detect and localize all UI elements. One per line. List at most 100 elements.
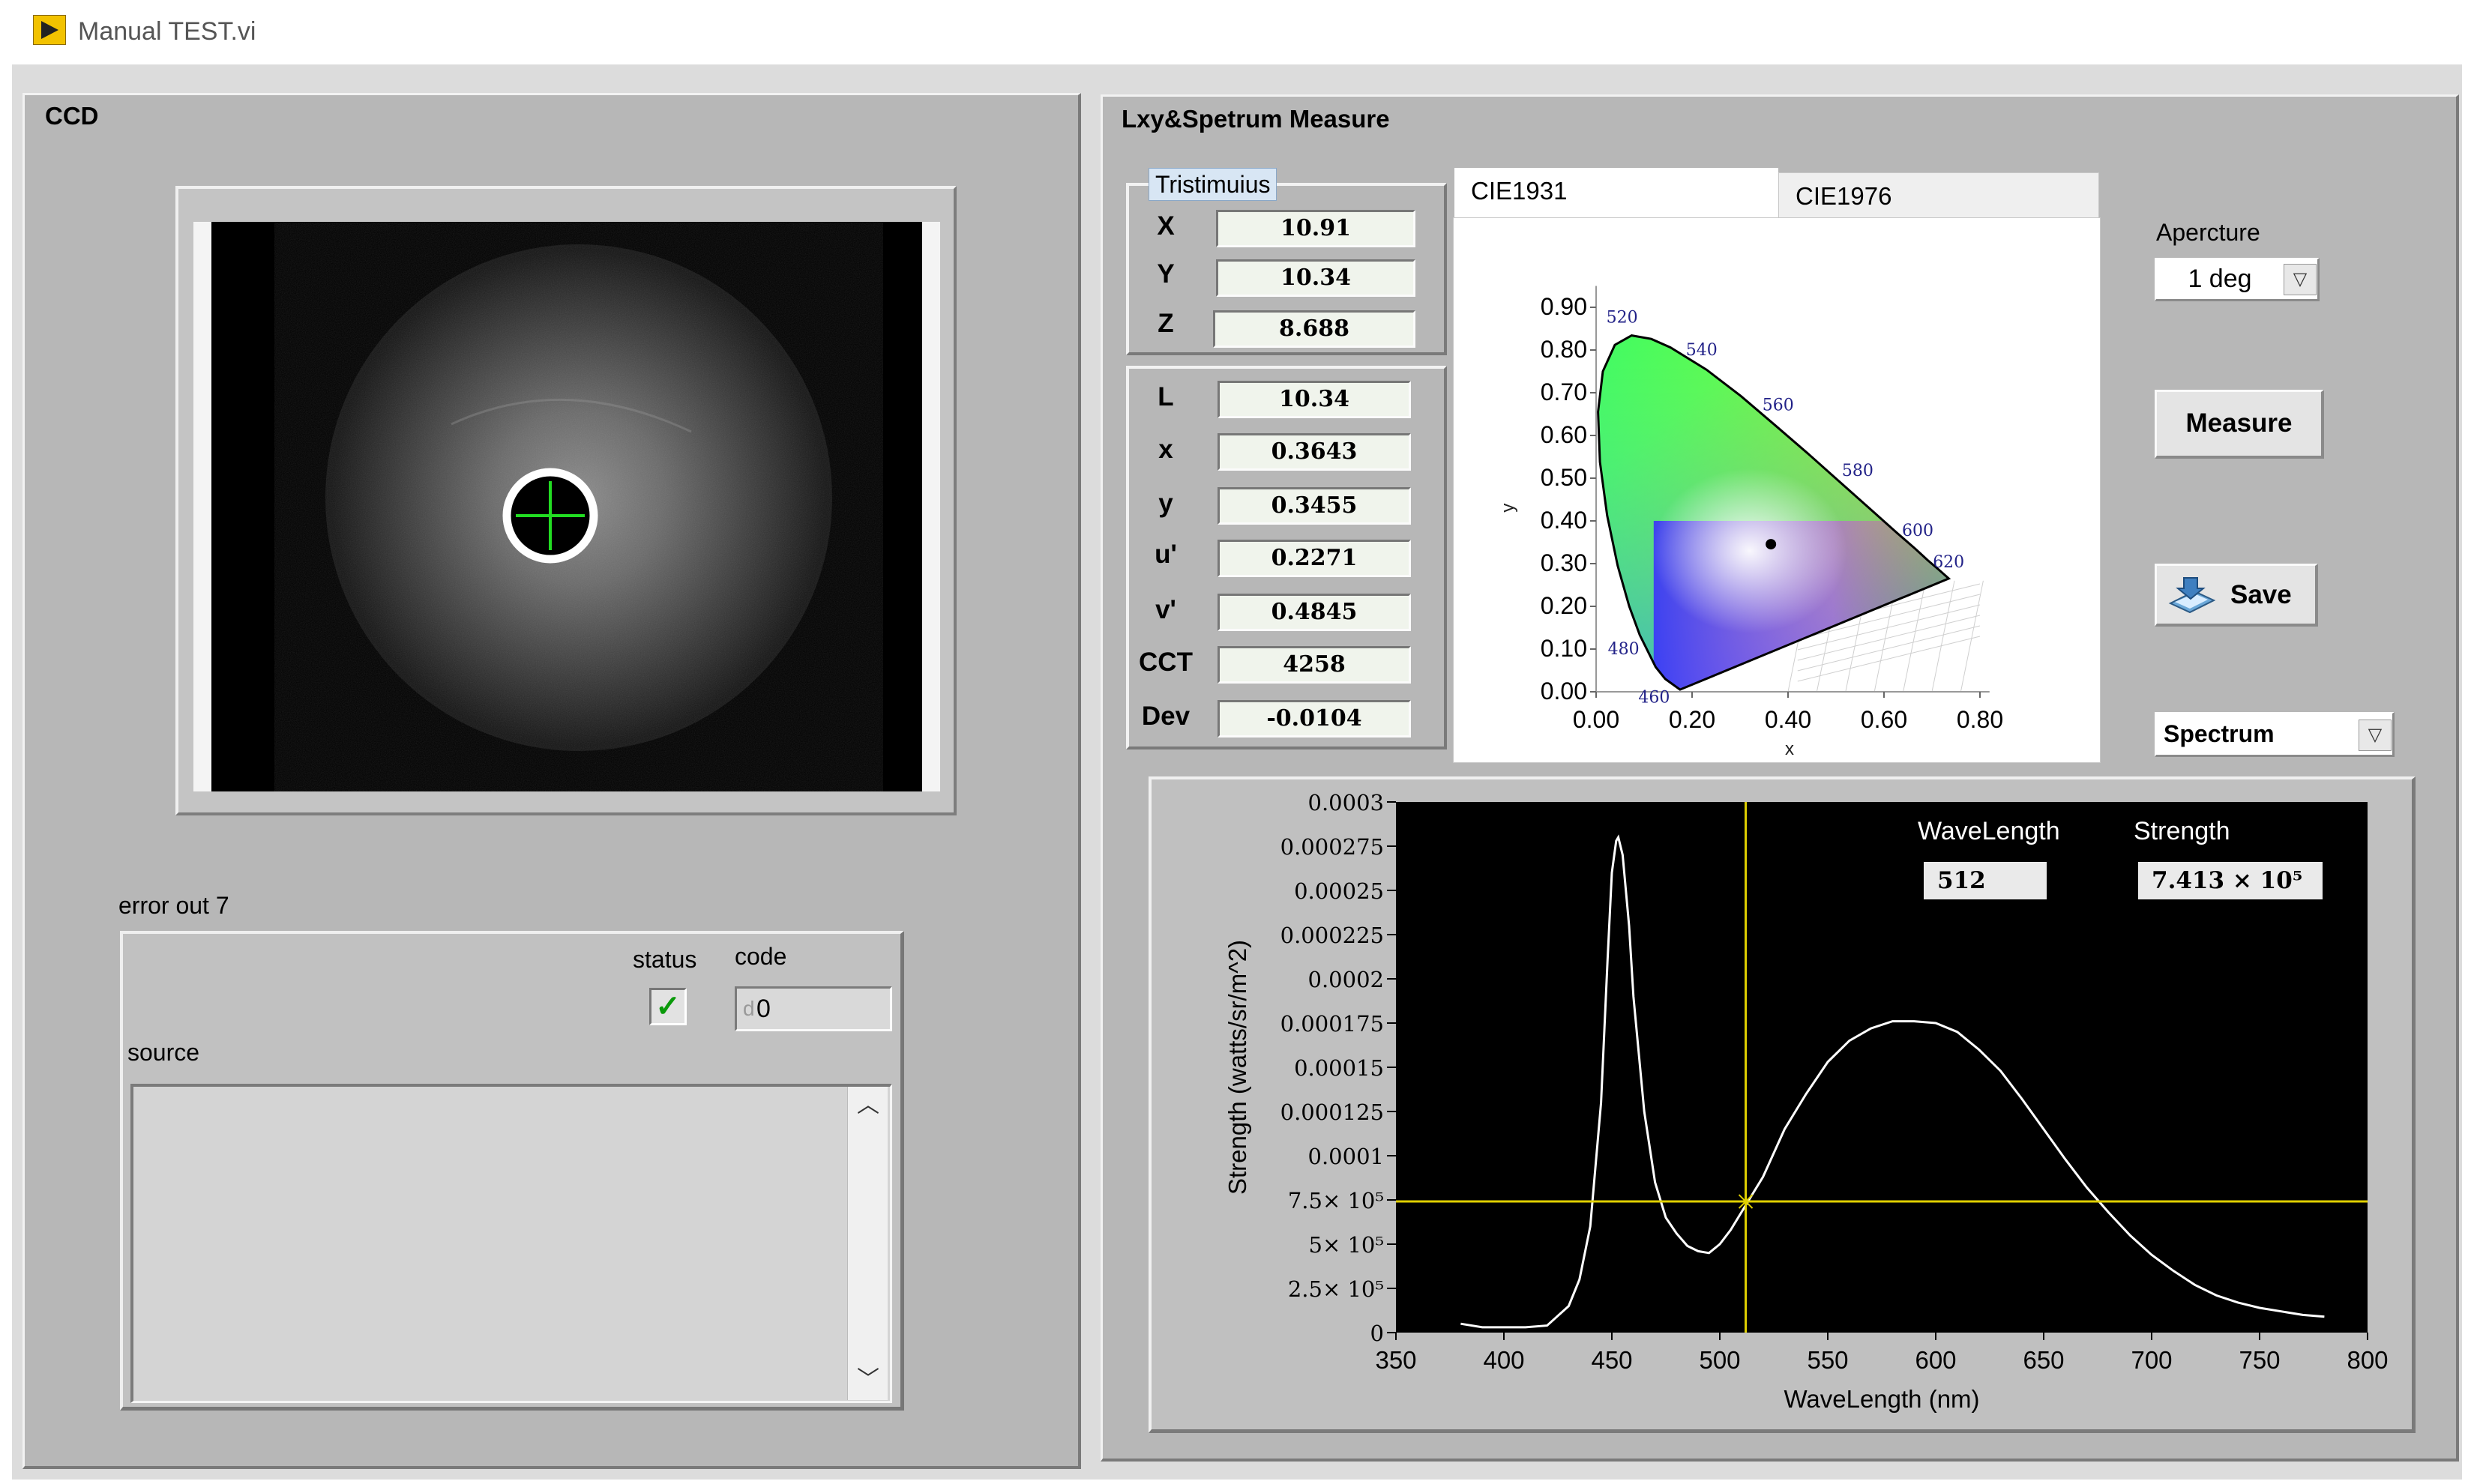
tristimulus-title: Tristimuius	[1149, 168, 1277, 201]
row-label-l: L	[1158, 382, 1174, 411]
cie-x-tick-label: 0.00	[1573, 706, 1619, 733]
y-tick-label: 0.0001	[1308, 1144, 1384, 1169]
status-label: status	[633, 946, 697, 973]
cie-x-tick-label: 0.80	[1957, 706, 2003, 733]
cie-y-axis-label: y	[1498, 504, 1518, 513]
x-axis-ticks: 350 400 450 500 550 600 650 700 750 800	[1375, 1333, 2389, 1374]
source-textbox[interactable]	[130, 1084, 892, 1403]
tristimulus-z-value: 8.688	[1213, 310, 1415, 348]
y-tick-label: 7.5× 10⁵	[1288, 1188, 1384, 1213]
cursor-strength-label: Strength	[2134, 817, 2230, 845]
ccd-panel-title: CCD	[45, 102, 99, 130]
cie-wavelength-label: 540	[1686, 341, 1718, 360]
source-label: source	[127, 1039, 200, 1066]
cie-tab-content: 0.00 0.10 0.20 0.30 0.40 0.50 0.60 0.70 0.80 0.90…	[1453, 217, 2101, 763]
x-tick-label: 700	[2131, 1346, 2172, 1374]
ccd-image-display[interactable]	[193, 222, 940, 791]
source-scrollbar[interactable]: ︿ ﹀	[847, 1087, 888, 1400]
row-label-v-prime: v'	[1155, 595, 1176, 624]
y-tick-label: 5× 10⁵	[1309, 1232, 1385, 1258]
x-tick-label: 650	[2023, 1346, 2064, 1374]
cie-wavelength-label: 620	[1933, 553, 1964, 572]
cie-wavelength-label: 580	[1842, 462, 1873, 480]
x-axis-label: WaveLength (nm)	[1784, 1385, 1979, 1413]
cie-y-tick-label: 0.70	[1541, 378, 1587, 405]
tristimulus-row-label-y: Y	[1157, 259, 1175, 289]
x-tick-label: 350	[1375, 1346, 1416, 1374]
cie-x-tick-label: 0.60	[1861, 706, 1907, 733]
save-disk-icon	[2168, 577, 2216, 614]
cie-y-tick-label: 0.10	[1541, 635, 1587, 662]
code-label: code	[735, 943, 787, 970]
cie-y-tick-label: 0.50	[1541, 464, 1587, 491]
cie-y-tick-label: 0.00	[1541, 678, 1587, 705]
cie-y-tick-label: 0.60	[1541, 421, 1587, 448]
cie-grid-line	[1903, 580, 1927, 693]
chevron-down-icon[interactable]: ▽	[2359, 720, 2392, 751]
cie-x-tick-label: 0.20	[1669, 706, 1715, 733]
cie-grid-line	[1931, 580, 1955, 693]
tristimulus-x-value: 10.91	[1216, 210, 1415, 247]
status-indicator[interactable]: ✓	[649, 988, 687, 1025]
tab-cie1976[interactable]: CIE1976	[1778, 172, 2099, 223]
tristimulus-y-value: 10.34	[1216, 259, 1415, 297]
view-select-value: Spectrum	[2164, 720, 2275, 747]
y-tick-label: 0.00025	[1294, 878, 1384, 904]
v-prime-value: 0.4845	[1218, 594, 1411, 631]
window-title: Manual TEST.vi	[78, 17, 256, 46]
x-tick-label: 450	[1591, 1346, 1632, 1374]
dev-value: -0.0104	[1218, 700, 1411, 738]
code-field[interactable]: d 0	[735, 986, 892, 1031]
radix-indicator: d	[743, 997, 755, 1020]
cie-y-tick-label: 0.30	[1541, 549, 1587, 576]
aperture-value: 1 deg	[2188, 265, 2252, 293]
y-tick-label: 0.000125	[1280, 1100, 1384, 1125]
row-label-u-prime: u'	[1155, 540, 1177, 569]
y-tick-label: 0.00015	[1294, 1055, 1384, 1081]
tab-cie1931[interactable]: CIE1931	[1454, 168, 1778, 217]
y-value: 0.3455	[1218, 487, 1411, 525]
cie1931-diagram[interactable]: 0.00 0.10 0.20 0.30 0.40 0.50 0.60 0.70 0.80 0.90…	[1454, 218, 2101, 764]
y-tick-label: 0.000175	[1280, 1011, 1384, 1037]
y-tick-label: 0.0002	[1308, 967, 1384, 992]
l-value: 10.34	[1218, 381, 1411, 418]
view-select[interactable]: Spectrum ▽	[2155, 712, 2395, 757]
cie-y-tick-label: 0.20	[1541, 592, 1587, 619]
x-tick-label: 500	[1699, 1346, 1740, 1374]
scroll-down-icon[interactable]: ﹀	[848, 1361, 888, 1399]
y-tick-label: 0.000225	[1280, 923, 1384, 948]
y-axis-ticks: 0 2.5× 10⁵ 5× 10⁵ 7.5× 10⁵ 0.0001 0.000125 0.0…	[1280, 790, 1396, 1346]
tristimulus-row-label-z: Z	[1158, 309, 1174, 338]
cie-x-tick-label: 0.40	[1765, 706, 1811, 733]
measure-button[interactable]: Measure	[2155, 390, 2324, 459]
aperture-label: Apercture	[2156, 219, 2260, 246]
window-title-bar: Manual TEST.vi	[0, 0, 2474, 63]
cie-wavelength-label: 520	[1607, 309, 1638, 328]
cursor-wavelength-label: WaveLength	[1918, 817, 2060, 845]
cie-wavelength-label: 460	[1638, 689, 1670, 708]
cie-wavelength-label: 600	[1902, 522, 1933, 540]
x-tick-label: 400	[1483, 1346, 1524, 1374]
y-tick-label: 0.000275	[1280, 834, 1384, 860]
cie-y-tick-label: 0.40	[1541, 507, 1587, 534]
x-value: 0.3643	[1218, 433, 1411, 471]
check-icon: ✓	[655, 990, 681, 1023]
cie-x-axis-label: x	[1785, 739, 1794, 759]
x-tick-label: 600	[1915, 1346, 1956, 1374]
scroll-up-icon[interactable]: ︿	[848, 1087, 888, 1124]
x-tick-label: 800	[2347, 1346, 2388, 1374]
y-tick-label: 0.0003	[1308, 790, 1384, 815]
cie-y-tick-label: 0.90	[1541, 293, 1587, 320]
y-tick-label: 0	[1370, 1321, 1384, 1346]
y-axis-label: Strength (watts/sr/m^2)	[1224, 940, 1251, 1195]
save-button[interactable]: Save	[2155, 564, 2318, 627]
ccd-image-content	[211, 222, 922, 791]
cursor-wavelength-value: 512	[1924, 862, 2047, 899]
aperture-select[interactable]: 1 deg ▽	[2155, 258, 2320, 301]
cie-wavelength-label: 480	[1608, 640, 1640, 659]
x-tick-label: 750	[2239, 1346, 2280, 1374]
row-label-y-small: y	[1158, 489, 1173, 518]
chevron-down-icon[interactable]: ▽	[2284, 264, 2317, 295]
cct-value: 4258	[1218, 646, 1411, 684]
code-value: 0	[756, 995, 771, 1023]
